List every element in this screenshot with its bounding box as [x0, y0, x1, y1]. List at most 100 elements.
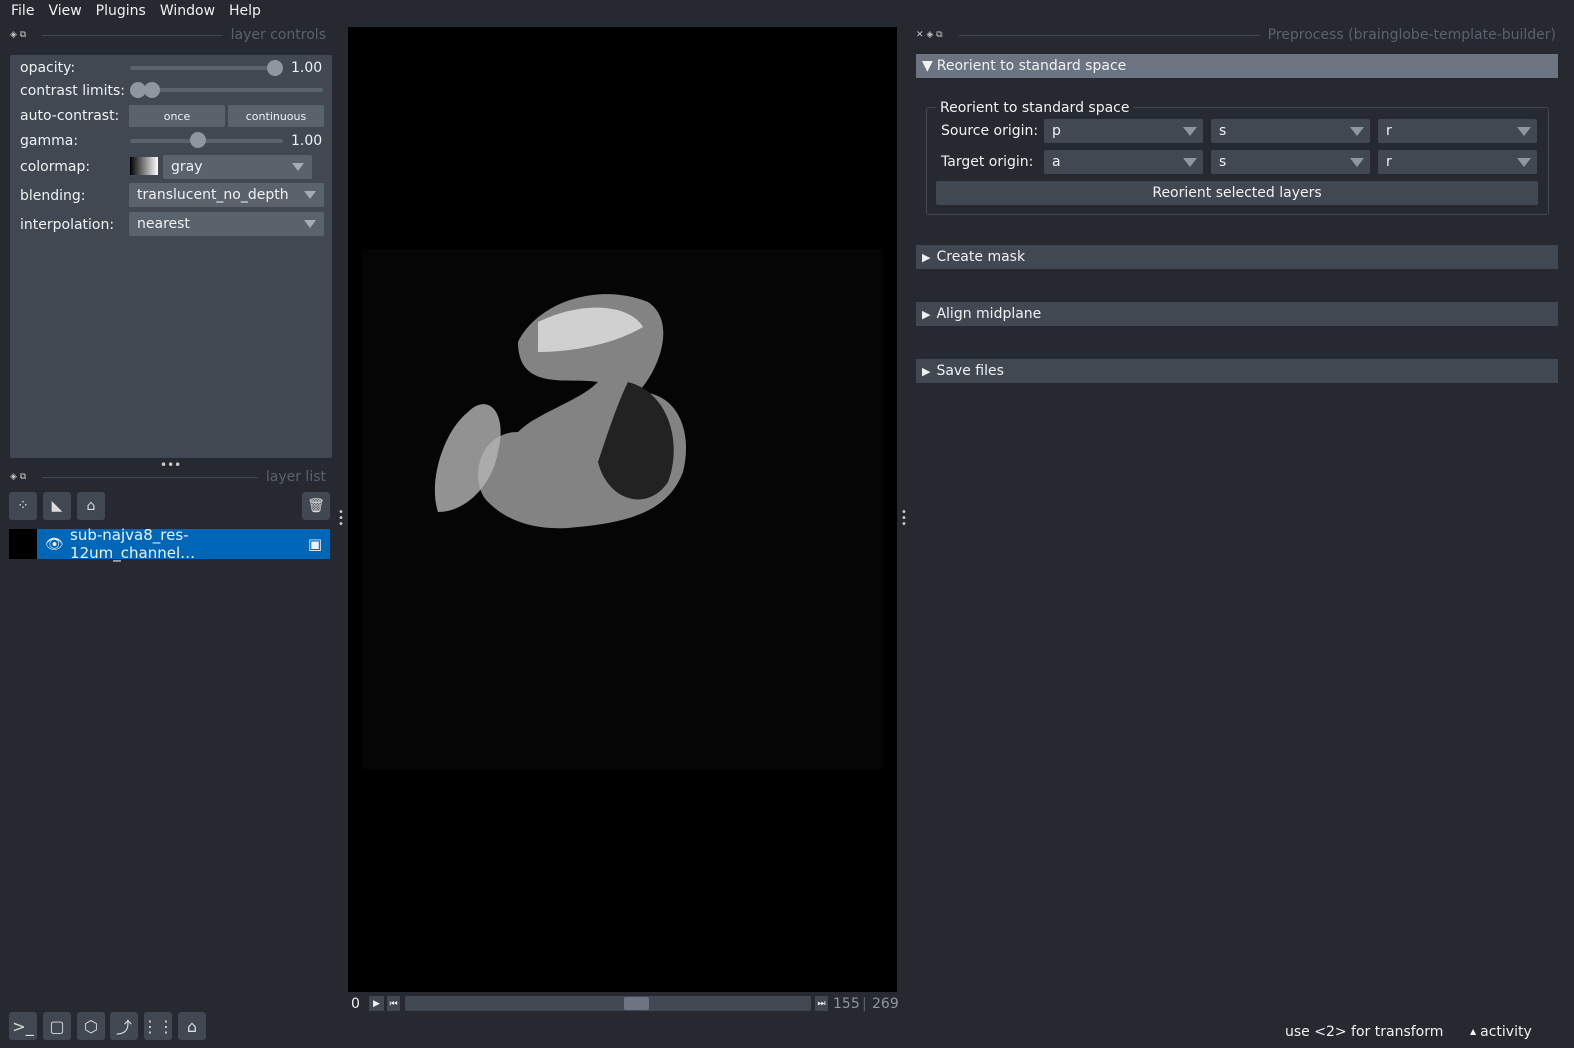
activity-button[interactable]: ▲ activity [1470, 1024, 1532, 1040]
roll-dims-button[interactable]: ⬡ [77, 1012, 105, 1040]
section-reorient-header[interactable]: ▼ Reorient to standard space [916, 54, 1558, 78]
interpolation-value: nearest [137, 216, 190, 232]
layer-item[interactable]: 👁 sub-najva8_res-12um_channel… ▣ [37, 526, 330, 562]
plugin-header: ✕ ◈ ⧉ Preprocess (brainglobe-template-bui… [916, 26, 1556, 44]
colormap-select[interactable]: gray [163, 155, 312, 179]
section-label: Save files [936, 363, 1004, 379]
chevron-down-icon [304, 220, 316, 228]
menu-window[interactable]: Window [153, 0, 222, 25]
step-back-button[interactable]: ⏮ [387, 996, 400, 1011]
target-origin-2-select[interactable]: s [1211, 150, 1370, 174]
terminal-icon: >_ [12, 1016, 34, 1036]
contrast-max-handle[interactable] [144, 82, 160, 98]
menu-help[interactable]: Help [222, 0, 268, 25]
grid-icon: ⋮⋮ [142, 1016, 174, 1036]
trash-icon: 🗑 [307, 498, 325, 514]
target-origin-label: Target origin: [941, 154, 1034, 170]
section-label: Reorient to standard space [936, 58, 1127, 74]
console-button[interactable]: >_ [9, 1012, 37, 1040]
ndisplay-button[interactable]: ▢ [43, 1012, 71, 1040]
gamma-slider[interactable] [130, 139, 283, 143]
source-origin-3-select[interactable]: r [1378, 119, 1537, 143]
select-value: p [1052, 123, 1061, 139]
interpolation-label: interpolation: [20, 217, 115, 233]
opacity-slider[interactable] [130, 66, 275, 70]
section-create-mask-header[interactable]: ▶ Create mask [916, 245, 1558, 269]
step-back-icon: ⏮ [389, 998, 398, 1009]
dims-slider[interactable] [405, 996, 811, 1011]
chevron-down-icon [292, 163, 304, 171]
triangle-down-icon: ▼ [922, 58, 933, 74]
chevron-down-icon [1350, 158, 1364, 167]
play-button[interactable]: ▶ [369, 996, 384, 1011]
chevron-down-icon [1183, 127, 1197, 136]
new-labels-layer-button[interactable]: ⌂ [77, 492, 105, 520]
brain-image [434, 294, 686, 529]
play-icon: ▶ [373, 998, 380, 1009]
interpolation-select[interactable]: nearest [129, 212, 324, 236]
contrast-label: contrast limits: [20, 83, 125, 99]
plugin-title: Preprocess (brainglobe-template-builder) [1267, 27, 1556, 43]
reorient-selected-layers-button[interactable]: Reorient selected layers [936, 181, 1538, 205]
layer-controls-panel: opacity: 1.00 contrast limits: auto-cont… [10, 55, 332, 458]
new-points-layer-button[interactable]: ⁘ [9, 492, 37, 520]
transpose-button[interactable]: ⤴ [110, 1012, 138, 1040]
step-forward-button[interactable]: ⏭ [815, 996, 828, 1011]
chevron-down-icon [1517, 158, 1531, 167]
triangle-right-icon: ▶ [922, 364, 931, 378]
float-icon[interactable]: ◈ ⧉ [10, 30, 26, 40]
blending-label: blending: [20, 188, 86, 204]
home-button[interactable]: ⌂ [178, 1012, 206, 1040]
dims-current-frame[interactable]: 155 [833, 996, 860, 1012]
float-icon[interactable]: ◈ ⧉ [10, 472, 26, 482]
menu-file[interactable]: File [4, 0, 41, 25]
menu-view[interactable]: View [41, 0, 88, 25]
opacity-handle[interactable] [267, 60, 283, 76]
continuous-button[interactable]: continuous [228, 105, 324, 127]
image-icon: ▣ [307, 535, 322, 553]
caret-up-icon: ▲ [1470, 1027, 1477, 1036]
viewer-canvas[interactable] [348, 27, 897, 992]
section-align-midplane-header[interactable]: ▶ Align midplane [916, 302, 1558, 326]
shapes-icon: ◣ [51, 498, 63, 514]
auto-contrast-label: auto-contrast: [20, 108, 120, 124]
points-icon: ⁘ [17, 498, 29, 514]
dims-total-frames: 269 [872, 996, 899, 1012]
colormap-value: gray [171, 159, 203, 175]
source-origin-1-select[interactable]: p [1044, 119, 1203, 143]
colormap-preview [130, 157, 158, 175]
gamma-label: gamma: [20, 133, 79, 149]
menu-plugins[interactable]: Plugins [89, 0, 153, 25]
chevron-down-icon [1183, 158, 1197, 167]
layer-thumbnail [9, 529, 37, 559]
section-save-files-header[interactable]: ▶ Save files [916, 359, 1558, 383]
splitter-handle[interactable]: ••• [901, 508, 907, 530]
target-origin-1-select[interactable]: a [1044, 150, 1203, 174]
new-shapes-layer-button[interactable]: ◣ [43, 492, 71, 520]
step-forward-icon: ⏭ [817, 998, 826, 1009]
blending-select[interactable]: translucent_no_depth [129, 183, 324, 207]
select-value: s [1219, 154, 1227, 170]
gamma-handle[interactable] [190, 132, 206, 148]
chevron-down-icon [1350, 127, 1364, 136]
cube-icon: ⬡ [84, 1016, 98, 1036]
layer-controls-title: layer controls [230, 27, 326, 43]
layer-name: sub-najva8_res-12um_channel… [70, 526, 196, 562]
once-button[interactable]: once [129, 105, 225, 127]
group-title: Reorient to standard space [936, 100, 1134, 116]
square-icon: ▢ [49, 1016, 65, 1036]
target-origin-3-select[interactable]: r [1378, 150, 1537, 174]
transpose-icon: ⤴ [115, 1018, 132, 1037]
delete-layer-button[interactable]: 🗑 [302, 492, 330, 520]
dims-slider-handle[interactable] [624, 997, 649, 1010]
eye-icon[interactable]: 👁 [45, 535, 64, 553]
splitter-handle[interactable]: ••• [338, 508, 344, 530]
source-origin-2-select[interactable]: s [1211, 119, 1370, 143]
grid-button[interactable]: ⋮⋮ [142, 1012, 174, 1040]
select-value: s [1219, 123, 1227, 139]
colormap-label: colormap: [20, 159, 91, 175]
source-origin-label: Source origin: [941, 123, 1039, 139]
close-icon[interactable]: ✕ ◈ ⧉ [916, 30, 943, 40]
select-value: a [1052, 154, 1061, 170]
menu-bar: File View Plugins Window Help [0, 0, 1574, 25]
